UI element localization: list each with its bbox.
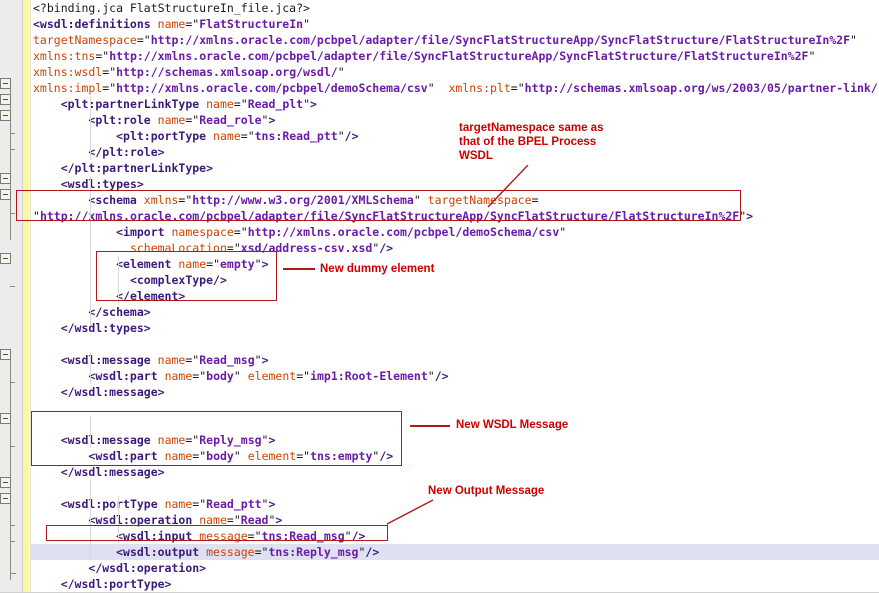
code-line-33[interactable]: <wsdl:operation name="Read"> [31,512,879,528]
fold-toggle-reply-msg[interactable] [0,413,11,424]
fold-toggle-element[interactable] [0,253,11,264]
code-line-1[interactable]: <?binding.jca FlatStructureIn_file.jca?> [31,0,879,16]
source-code-area[interactable]: <?binding.jca FlatStructureIn_file.jca?>… [31,0,879,593]
code-line-5[interactable]: xmlns:wsdl="http://schemas.xmlsoap.org/w… [31,64,879,80]
fold-toggle-definitions[interactable] [0,78,11,89]
fold-tick [10,541,15,542]
code-line-11[interactable]: </plt:partnerLinkType> [31,160,879,176]
code-line-35[interactable]: <wsdl:output message="tns:Reply_msg"/> [31,544,879,560]
fold-toggle-types[interactable] [0,173,11,184]
fold-toggle-partnerlinktype[interactable] [0,94,11,105]
fold-toggle-porttype[interactable] [0,477,11,488]
code-line-4[interactable]: xmlns:tns="http://xmlns.oracle.com/pcbpe… [31,48,879,64]
code-line-21[interactable]: </wsdl:types> [31,320,879,336]
annotation-leader-wsdl-message [410,425,450,427]
code-line-2[interactable]: <wsdl:definitions name="FlatStructureIn" [31,16,879,32]
fold-tick [10,525,15,526]
code-line-13[interactable]: <schema xmlns="http://www.w3.org/2001/XM… [31,192,879,208]
code-line-8[interactable]: <plt:role name="Read_role"> [31,112,879,128]
indent-guide [118,496,119,544]
code-line-9[interactable]: <plt:portType name="tns:Read_ptt"/> [31,128,879,144]
code-line-23[interactable]: <wsdl:message name="Read_msg"> [31,352,879,368]
code-line-15[interactable]: <import namespace="http://xmlns.oracle.c… [31,224,879,240]
annotation-output-message: New Output Message [428,485,545,497]
fold-toggle-role[interactable] [0,110,11,121]
code-line-19[interactable]: </element> [31,288,879,304]
fold-tick [10,133,15,134]
code-line-22[interactable] [31,336,879,352]
code-line-36[interactable]: </wsdl:operation> [31,560,879,576]
fold-tick [10,213,15,214]
code-line-28[interactable]: <wsdl:message name="Reply_msg"> [31,432,879,448]
code-line-14[interactable]: "http://xmlns.oracle.com/pcbpel/adapter/… [31,208,879,224]
modified-lines-stripe [23,0,29,593]
code-line-20[interactable]: </schema> [31,304,879,320]
code-line-10[interactable]: </plt:role> [31,144,879,160]
fold-tick [10,286,15,287]
code-line-34[interactable]: <wsdl:input message="tns:Read_msg"/> [31,528,879,544]
indent-guide [90,352,91,384]
fold-toggle-read-msg[interactable] [0,349,11,360]
code-line-25[interactable]: </wsdl:message> [31,384,879,400]
code-line-12[interactable]: <wsdl:types> [31,176,879,192]
code-line-26[interactable] [31,400,879,416]
code-line-24[interactable]: <wsdl:part name="body" element="imp1:Roo… [31,368,879,384]
indent-guide [90,416,91,448]
code-line-3[interactable]: targetNamespace="http://xmlns.oracle.com… [31,32,879,48]
code-line-37[interactable]: </wsdl:portType> [31,576,879,592]
code-line-7[interactable]: <plt:partnerLinkType name="Read_plt"> [31,96,879,112]
fold-end-marker [10,573,16,574]
fold-tick [10,446,15,447]
annotation-wsdl-message: New WSDL Message [456,419,569,431]
annotation-dummy-element: New dummy element [320,263,435,275]
code-line-29[interactable]: <wsdl:part name="body" element="tns:empt… [31,448,879,464]
fold-toggle-schema[interactable] [0,189,11,200]
fold-toggle-operation[interactable] [0,493,11,504]
indent-guide [90,96,91,160]
fold-tick [10,149,15,150]
wsdl-source-editor[interactable]: <?binding.jca FlatStructureIn_file.jca?>… [0,0,879,593]
code-folding-gutter[interactable] [0,0,23,593]
annotation-leader-dummy-element [283,268,315,270]
annotation-target-namespace: targetNamespace same as that of the BPEL… [459,122,604,162]
fold-connector-line [10,350,11,580]
indent-guide [118,256,119,304]
indent-guide [90,480,91,560]
code-line-16[interactable]: schemaLocation="xsd/address-csv.xsd"/> [31,240,879,256]
fold-tick [10,382,15,383]
code-line-30[interactable]: </wsdl:message> [31,464,879,480]
code-line-6[interactable]: xmlns:impl="http://xmlns.oracle.com/pcbp… [31,80,879,96]
indent-guide [90,176,91,326]
code-line-27[interactable] [31,416,879,432]
code-line-32[interactable]: <wsdl:portType name="Read_ptt"> [31,496,879,512]
